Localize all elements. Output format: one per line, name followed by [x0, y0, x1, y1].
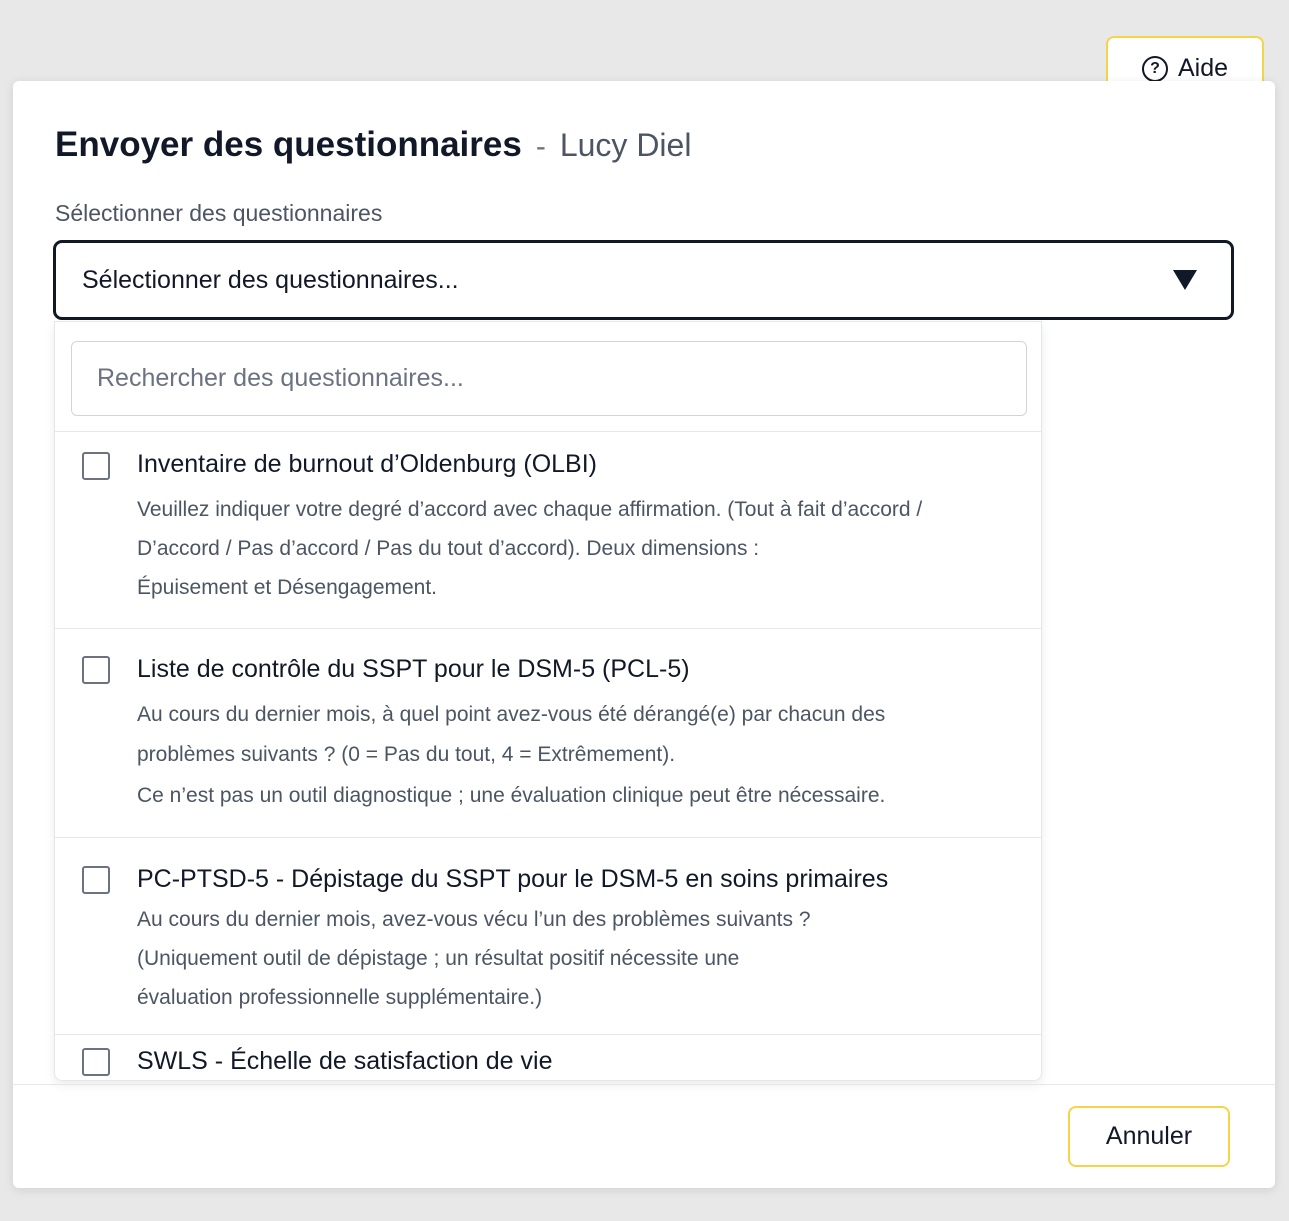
footer-divider: [13, 1084, 1275, 1085]
help-label: Aide: [1177, 54, 1229, 82]
send-questionnaires-modal: Envoyer des questionnaires - Lucy Diel S…: [13, 81, 1275, 1188]
cancel-button[interactable]: Annuler: [1068, 1106, 1230, 1167]
questionnaire-search-input[interactable]: [71, 341, 1027, 416]
select-placeholder: Sélectionner des questionnaires...: [82, 265, 459, 294]
questionnaire-option-pcl5[interactable]: Liste de contrôle du SSPT pour le DSM-5 …: [55, 629, 1041, 838]
patient-name: Lucy Diel: [559, 127, 692, 163]
option-checkbox[interactable]: [82, 1048, 110, 1076]
option-description-line: Épuisement et Désengagement.: [137, 576, 438, 599]
question-circle-icon: ?: [1141, 56, 1168, 82]
option-title: Liste de contrôle du SSPT pour le DSM-5 …: [137, 655, 690, 683]
questionnaire-field-label: Sélectionner des questionnaires: [55, 200, 383, 226]
option-description-line: Au cours du dernier mois, à quel point a…: [137, 703, 886, 726]
option-description-line: Ce n’est pas un outil diagnostique ; une…: [137, 784, 886, 807]
questionnaire-option-pc-ptsd-5[interactable]: PC-PTSD-5 - Dépistage du SSPT pour le DS…: [55, 838, 1041, 1035]
option-title: PC-PTSD-5 - Dépistage du SSPT pour le DS…: [137, 865, 889, 893]
questionnaire-option-swls[interactable]: SWLS - Échelle de satisfaction de vie: [55, 1035, 1041, 1080]
questionnaire-option-olbi[interactable]: Inventaire de burnout d’Oldenburg (OLBI)…: [55, 432, 1041, 629]
option-description-line: problèmes suivants ? (0 = Pas du tout, 4…: [137, 743, 676, 766]
modal-header: Envoyer des questionnaires - Lucy Diel: [55, 125, 691, 165]
option-description-line: Veuillez indiquer votre degré d’accord a…: [137, 498, 923, 521]
triangle-down-icon: [1173, 270, 1197, 290]
option-checkbox[interactable]: [82, 656, 110, 684]
option-description-line: D’accord / Pas d’accord / Pas du tout d’…: [137, 537, 760, 560]
option-checkbox[interactable]: [82, 452, 110, 480]
option-description-line: évaluation professionnelle supplémentair…: [137, 986, 543, 1009]
option-title: SWLS - Échelle de satisfaction de vie: [137, 1047, 553, 1075]
title-separator: -: [535, 130, 546, 163]
modal-title: Envoyer des questionnaires: [55, 125, 522, 164]
option-description-line: (Uniquement outil de dépistage ; un résu…: [137, 947, 740, 970]
option-description-line: Au cours du dernier mois, avez-vous vécu…: [137, 908, 811, 931]
questionnaire-select[interactable]: Sélectionner des questionnaires...: [53, 240, 1234, 320]
questionnaire-dropdown: Inventaire de burnout d’Oldenburg (OLBI)…: [54, 321, 1042, 1081]
option-checkbox[interactable]: [82, 866, 110, 894]
option-title: Inventaire de burnout d’Oldenburg (OLBI): [137, 450, 597, 478]
